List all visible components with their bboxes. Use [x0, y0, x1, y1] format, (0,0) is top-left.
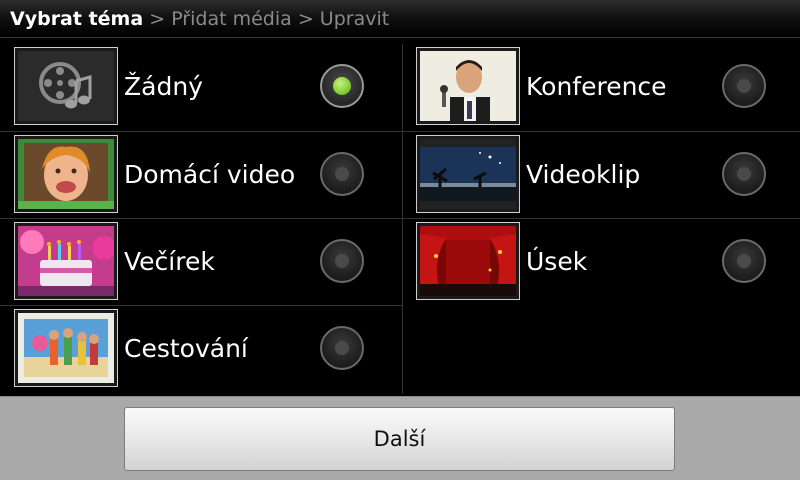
theme-thumbnail — [14, 309, 118, 387]
film-music-icon — [18, 51, 114, 121]
theme-thumbnail — [14, 135, 118, 213]
theme-radio-videoclip[interactable] — [722, 152, 766, 196]
radio-unselected-indicator — [737, 254, 751, 268]
radio-unselected-indicator — [737, 167, 751, 181]
breadcrumb: Vybrat téma > Přidat média > Upravit — [0, 0, 800, 38]
theme-picker-screen: Vybrat téma > Přidat média > Upravit Žád… — [0, 0, 800, 480]
theme-thumbnail — [416, 135, 520, 213]
theme-label: Večírek — [124, 247, 215, 276]
theme-item-conference[interactable]: Konference — [402, 44, 800, 130]
radio-unselected-indicator — [737, 79, 751, 93]
theme-label: Žádný — [124, 72, 203, 101]
party-thumbnail — [18, 226, 114, 296]
theme-label: Konference — [526, 72, 667, 101]
theme-radio-section[interactable] — [722, 239, 766, 283]
breadcrumb-step-add-media: Přidat média — [171, 8, 292, 30]
theme-label: Domácí video — [124, 160, 296, 189]
theme-thumbnail — [416, 222, 520, 300]
stage-curtain-thumbnail — [420, 226, 516, 296]
breadcrumb-separator: > — [149, 8, 166, 30]
radio-unselected-indicator — [335, 341, 349, 355]
theme-item-videoclip[interactable]: Videoklip — [402, 132, 800, 218]
theme-radio-home-video[interactable] — [320, 152, 364, 196]
conference-thumbnail — [420, 51, 516, 121]
breadcrumb-separator: > — [297, 8, 314, 30]
theme-radio-none[interactable] — [320, 64, 364, 108]
theme-thumbnail — [14, 47, 118, 125]
theme-thumbnail — [416, 47, 520, 125]
theme-item-home-video[interactable]: Domácí video — [0, 132, 400, 218]
radio-unselected-indicator — [335, 167, 349, 181]
breadcrumb-step-choose-theme: Vybrat téma — [10, 8, 144, 30]
next-button[interactable]: Další — [124, 407, 675, 471]
bottom-action-bar: Další — [0, 396, 800, 480]
breadcrumb-step-edit: Upravit — [319, 8, 390, 30]
theme-radio-conference[interactable] — [722, 64, 766, 108]
theme-item-none[interactable]: Žádný — [0, 44, 400, 130]
theme-label: Cestování — [124, 334, 248, 363]
theme-item-section[interactable]: Úsek — [402, 219, 800, 305]
theme-item-travel[interactable]: Cestování — [0, 306, 400, 392]
theme-label: Úsek — [526, 247, 588, 276]
theme-label: Videoklip — [526, 160, 641, 189]
radio-unselected-indicator — [335, 254, 349, 268]
theme-radio-travel[interactable] — [320, 326, 364, 370]
videoclip-thumbnail — [420, 139, 516, 209]
theme-thumbnail — [14, 222, 118, 300]
home-video-thumbnail — [18, 139, 114, 209]
radio-selected-indicator — [333, 77, 351, 95]
travel-thumbnail — [18, 313, 114, 383]
theme-grid: Žádný Konference Domácí video Videoklip … — [0, 44, 800, 394]
theme-item-party[interactable]: Večírek — [0, 219, 400, 305]
theme-radio-party[interactable] — [320, 239, 364, 283]
